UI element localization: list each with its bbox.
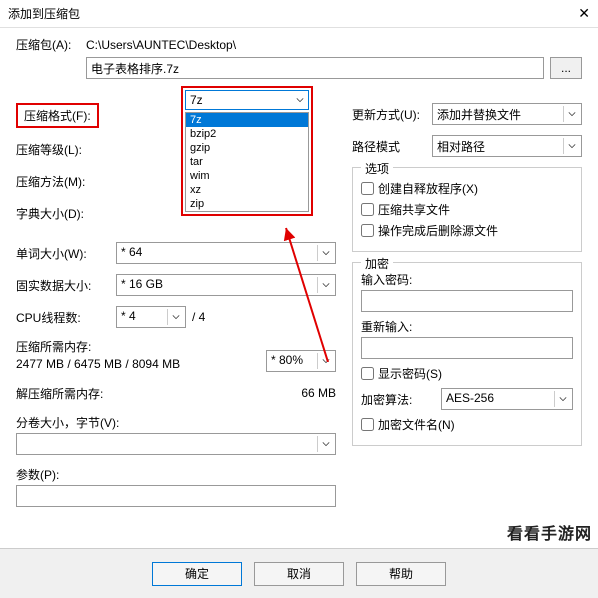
- shared-label: 压缩共享文件: [378, 201, 450, 218]
- chevron-down-icon: [317, 277, 333, 293]
- encrypt-fieldset: 加密 输入密码: 重新输入: 显示密码(S) 加密算法: AES-256 加密文…: [352, 262, 582, 446]
- button-bar: 确定 取消 帮助: [0, 548, 598, 598]
- archive-file-input[interactable]: [86, 57, 544, 79]
- chevron-down-icon: [167, 309, 183, 325]
- options-legend: 选项: [361, 160, 393, 177]
- repassword-input[interactable]: [361, 337, 573, 359]
- ok-button[interactable]: 确定: [152, 562, 242, 586]
- window-title: 添加到压缩包: [8, 5, 80, 22]
- word-label: 单词大小(W):: [16, 245, 116, 262]
- format-options-list: 7z bzip2 gzip tar wim xz zip: [185, 112, 309, 212]
- pathmode-combo[interactable]: 相对路径: [432, 135, 582, 157]
- watermark-text: 看看手游网: [507, 520, 592, 544]
- solid-combo[interactable]: * 16 GB: [116, 274, 336, 296]
- delete-checkbox[interactable]: [361, 224, 374, 237]
- pwd-label: 输入密码:: [361, 273, 412, 287]
- split-combo[interactable]: [16, 433, 336, 455]
- format-option[interactable]: wim: [186, 169, 308, 183]
- chevron-down-icon: [317, 353, 333, 369]
- format-option[interactable]: bzip2: [186, 127, 308, 141]
- chevron-down-icon: [296, 93, 304, 107]
- algo-label: 加密算法:: [361, 391, 441, 408]
- params-input[interactable]: [16, 485, 336, 507]
- chevron-down-icon: [563, 138, 579, 154]
- cpu-max: / 4: [192, 310, 205, 324]
- format-option[interactable]: zip: [186, 197, 308, 211]
- word-combo[interactable]: * 64: [116, 242, 336, 264]
- chevron-down-icon: [554, 391, 570, 407]
- update-combo[interactable]: 添加并替换文件: [432, 103, 582, 125]
- format-option[interactable]: tar: [186, 155, 308, 169]
- format-option[interactable]: 7z: [186, 113, 308, 127]
- encnames-checkbox[interactable]: [361, 418, 374, 431]
- update-label: 更新方式(U):: [352, 106, 432, 123]
- archive-label: 压缩包(A):: [16, 36, 86, 53]
- decompress-mem-value: 66 MB: [136, 386, 336, 400]
- title-bar: 添加到压缩包 ✕: [0, 0, 598, 28]
- encrypt-legend: 加密: [361, 255, 393, 272]
- dict-label: 字典大小(D):: [16, 205, 116, 222]
- algo-combo[interactable]: AES-256: [441, 388, 573, 410]
- sfx-checkbox[interactable]: [361, 182, 374, 195]
- cpu-combo[interactable]: * 4: [116, 306, 186, 328]
- decompress-mem-label: 解压缩所需内存:: [16, 385, 136, 402]
- close-icon[interactable]: ✕: [578, 5, 590, 22]
- chevron-down-icon: [317, 436, 333, 452]
- split-label: 分卷大小，字节(V):: [16, 416, 119, 430]
- cpu-label: CPU线程数:: [16, 309, 116, 326]
- browse-button[interactable]: ...: [550, 57, 582, 79]
- format-option[interactable]: xz: [186, 183, 308, 197]
- mem-pct-combo[interactable]: * 80%: [266, 350, 336, 372]
- repwd-label: 重新输入:: [361, 320, 412, 334]
- format-label: 压缩格式(F):: [16, 103, 99, 128]
- params-label: 参数(P):: [16, 468, 59, 482]
- pathmode-label: 路径模式: [352, 138, 432, 155]
- options-fieldset: 选项 创建自释放程序(X) 压缩共享文件 操作完成后删除源文件: [352, 167, 582, 252]
- cancel-button[interactable]: 取消: [254, 562, 344, 586]
- help-button[interactable]: 帮助: [356, 562, 446, 586]
- format-dropdown-open[interactable]: 7z 7z bzip2 gzip tar wim xz zip: [181, 86, 313, 216]
- compress-mem-label: 压缩所需内存:: [16, 338, 266, 355]
- encnames-label: 加密文件名(N): [378, 416, 455, 433]
- chevron-down-icon: [563, 106, 579, 122]
- password-input[interactable]: [361, 290, 573, 312]
- delete-label: 操作完成后删除源文件: [378, 222, 498, 239]
- showpwd-label: 显示密码(S): [378, 365, 442, 382]
- compress-mem-value: 2477 MB / 6475 MB / 8094 MB: [16, 357, 180, 371]
- method-label: 压缩方法(M):: [16, 173, 116, 190]
- solid-label: 固实数据大小:: [16, 277, 116, 294]
- chevron-down-icon: [317, 245, 333, 261]
- archive-path-row: 压缩包(A): C:\Users\AUNTEC\Desktop\: [16, 36, 582, 53]
- sfx-label: 创建自释放程序(X): [378, 180, 478, 197]
- format-selected: 7z: [190, 93, 203, 107]
- showpwd-checkbox[interactable]: [361, 367, 374, 380]
- archive-path: C:\Users\AUNTEC\Desktop\: [86, 38, 236, 52]
- level-label: 压缩等级(L):: [16, 141, 116, 158]
- shared-checkbox[interactable]: [361, 203, 374, 216]
- format-option[interactable]: gzip: [186, 141, 308, 155]
